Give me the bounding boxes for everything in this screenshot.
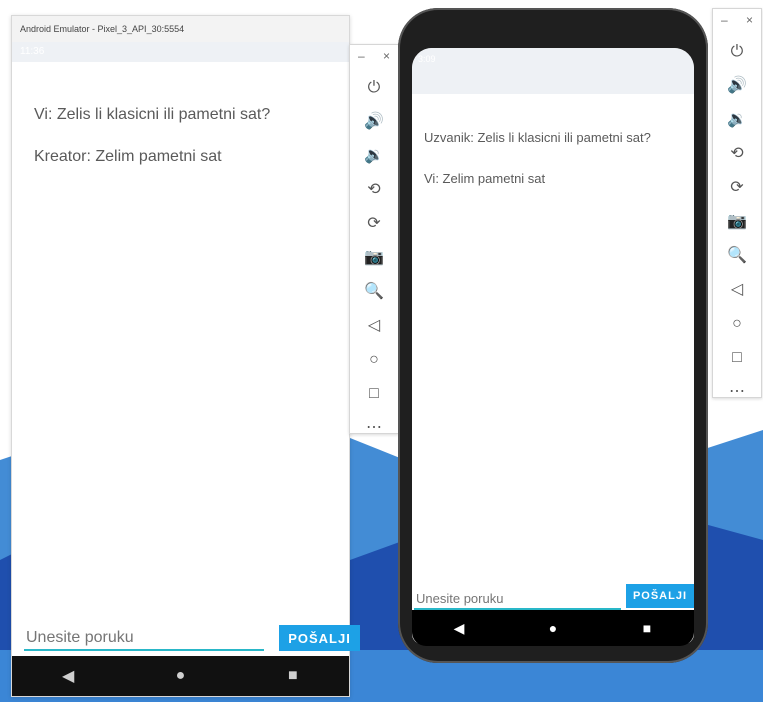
volume-up-icon[interactable]: 🔊	[364, 105, 384, 139]
zoom-icon[interactable]: 🔍	[364, 275, 384, 309]
volume-up-icon[interactable]: 🔊	[727, 69, 747, 103]
window-titlebar[interactable]: Android Emulator - Pixel_3_API_30:5554	[12, 16, 349, 42]
close-icon[interactable]: ×	[746, 13, 753, 27]
back-icon[interactable]: ◁	[368, 309, 380, 343]
message-input[interactable]	[24, 627, 264, 651]
chat-messages: Uzvanik: Zelis li klasicni ili pametni s…	[424, 130, 684, 212]
rotate-left-icon[interactable]: ⟲	[730, 137, 743, 171]
camera-icon[interactable]: 📷	[364, 241, 384, 275]
recents-button[interactable]: ■	[283, 667, 303, 685]
send-button[interactable]: POŠALJI	[279, 625, 360, 651]
emulator-toolbar-left: – × ⏻ 🔊 🔉 ⟲ ⟳ 📷 🔍 ◁ ○ □ ⋯	[349, 44, 399, 436]
phone-screen: 3:09 Uzvanik: Zelis li klasicni ili pame…	[412, 48, 694, 644]
chat-message: Kreator: Zelim pametni sat	[34, 148, 222, 165]
toolbar-window-controls: – ×	[358, 49, 390, 63]
more-icon[interactable]: ⋯	[729, 375, 745, 409]
message-input-row: POŠALJI	[24, 623, 360, 655]
back-button[interactable]: ◀	[58, 666, 78, 686]
volume-down-icon[interactable]: 🔉	[364, 139, 384, 173]
home-button[interactable]: ●	[170, 667, 190, 685]
power-icon[interactable]: ⏻	[368, 71, 381, 105]
phone-status-time: 3:09	[418, 54, 436, 64]
rotate-left-icon[interactable]: ⟲	[367, 173, 380, 207]
overview-icon[interactable]: □	[732, 341, 742, 375]
phone-status-bar: 3:09	[412, 48, 694, 94]
close-icon[interactable]: ×	[383, 49, 390, 63]
phone-emulator: 3:09 Uzvanik: Zelis li klasicni ili pame…	[398, 8, 708, 663]
more-icon[interactable]: ⋯	[366, 411, 382, 445]
window-title: Android Emulator - Pixel_3_API_30:5554	[20, 24, 185, 34]
home-button[interactable]: ●	[543, 620, 563, 636]
toolbar-icons: ⏻ 🔊 🔉 ⟲ ⟳ 📷 🔍 ◁ ○ □ ⋯	[713, 35, 761, 409]
rotate-right-icon[interactable]: ⟳	[730, 171, 743, 205]
rotate-right-icon[interactable]: ⟳	[367, 207, 380, 241]
status-time: 11:36	[20, 46, 45, 57]
camera-icon[interactable]: 📷	[727, 205, 747, 239]
home-icon[interactable]: ○	[732, 307, 742, 341]
recents-button[interactable]: ■	[637, 620, 657, 636]
left-emulator-window: Android Emulator - Pixel_3_API_30:5554 1…	[11, 15, 360, 697]
toolbar-icons: ⏻ 🔊 🔉 ⟲ ⟳ 📷 🔍 ◁ ○ □ ⋯	[350, 71, 398, 445]
android-nav-bar: ◀ ● ■	[12, 656, 349, 696]
overview-icon[interactable]: □	[369, 377, 379, 411]
volume-down-icon[interactable]: 🔉	[727, 103, 747, 137]
chat-message: Uzvanik: Zelis li klasicni ili pametni s…	[424, 130, 651, 145]
minimize-icon[interactable]: –	[358, 49, 365, 63]
power-icon[interactable]: ⏻	[731, 35, 744, 69]
emulator-toolbar-right: – × ⏻ 🔊 🔉 ⟲ ⟳ 📷 🔍 ◁ ○ □ ⋯	[712, 8, 762, 400]
chat-message: Vi: Zelim pametni sat	[424, 171, 546, 186]
toolbar-window-controls: – ×	[721, 13, 753, 27]
home-icon[interactable]: ○	[369, 343, 379, 377]
send-button[interactable]: POŠALJI	[626, 584, 694, 608]
status-bar: 11:36	[12, 42, 349, 62]
chat-message: Vi: Zelis li klasicni ili pametni sat?	[34, 106, 271, 123]
back-button[interactable]: ◀	[449, 620, 469, 637]
back-icon[interactable]: ◁	[731, 273, 743, 307]
zoom-icon[interactable]: 🔍	[727, 239, 747, 273]
message-input[interactable]	[414, 588, 621, 610]
android-nav-bar: ◀ ● ■	[412, 610, 694, 646]
minimize-icon[interactable]: –	[721, 13, 728, 27]
chat-messages: Vi: Zelis li klasicni ili pametni sat? K…	[34, 106, 344, 190]
